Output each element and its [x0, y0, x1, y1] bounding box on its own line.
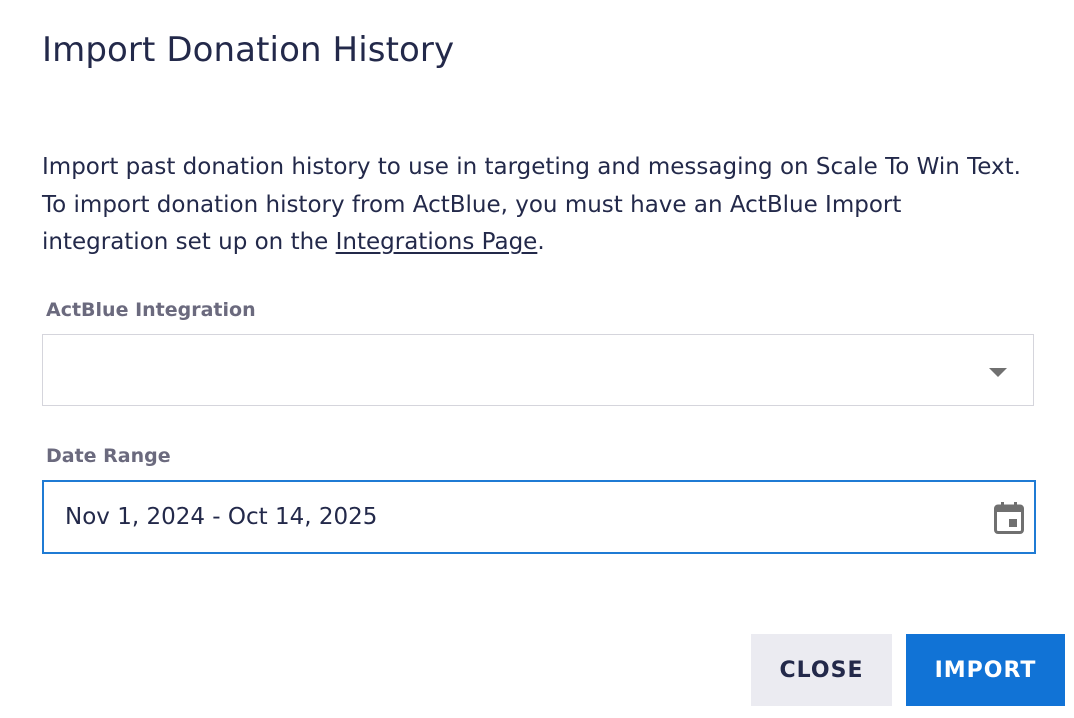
close-button[interactable]: CLOSE: [751, 634, 892, 706]
date-range-field[interactable]: [42, 480, 1036, 554]
dialog-title: Import Donation History: [42, 30, 455, 70]
date-range-input[interactable]: [44, 482, 964, 552]
actblue-integration-select[interactable]: [42, 334, 1034, 406]
actblue-integration-label: ActBlue Integration: [46, 299, 256, 321]
import-button[interactable]: IMPORT: [906, 634, 1065, 706]
description-period: .: [537, 229, 545, 255]
import-donation-history-dialog: Import Donation History Import past dona…: [0, 0, 1074, 718]
integrations-page-link[interactable]: Integrations Page: [336, 229, 538, 255]
dialog-description: Import past donation history to use in t…: [42, 149, 1032, 262]
chevron-down-icon[interactable]: [989, 368, 1007, 377]
calendar-icon[interactable]: [994, 502, 1024, 534]
date-range-label: Date Range: [46, 445, 171, 467]
